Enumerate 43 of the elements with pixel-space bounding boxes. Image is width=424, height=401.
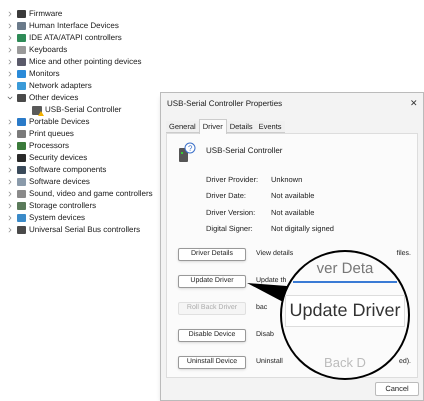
expand-chevron-icon[interactable] <box>6 142 14 150</box>
expand-chevron-icon[interactable] <box>6 166 14 174</box>
tree-item[interactable]: Software devices <box>29 176 90 188</box>
expand-chevron-icon[interactable] <box>6 58 14 66</box>
tree-item[interactable]: Universal Serial Bus controllers <box>29 224 140 236</box>
tree-item[interactable]: USB-Serial Controller <box>45 104 122 116</box>
magnified-text: ver Deta <box>316 259 374 279</box>
expand-chevron-icon[interactable] <box>6 226 14 234</box>
magnified-text: Back D <box>324 354 366 372</box>
tree-item[interactable]: Portable Devices <box>29 116 90 128</box>
expand-chevron-icon[interactable] <box>6 190 14 198</box>
tree-item[interactable]: Monitors <box>29 68 60 80</box>
tree-item[interactable]: System devices <box>29 212 86 224</box>
expand-chevron-icon[interactable] <box>6 10 14 18</box>
expand-chevron-icon[interactable] <box>6 70 14 78</box>
expand-chevron-icon[interactable] <box>6 202 14 210</box>
tree-item[interactable]: Network adapters <box>29 80 92 92</box>
tree-item[interactable]: Mice and other pointing devices <box>29 56 142 68</box>
expand-chevron-icon[interactable] <box>6 154 14 162</box>
close-button[interactable]: ✕ <box>410 97 418 111</box>
tree-item[interactable]: Sound, video and game controllers <box>29 188 153 200</box>
device-name: USB-Serial Controller <box>206 145 282 157</box>
tree-item[interactable]: Processors <box>29 140 70 152</box>
tree-item[interactable]: IDE ATA/ATAPI controllers <box>29 32 122 44</box>
tree-item[interactable]: Print queues <box>29 128 74 140</box>
tree-item[interactable]: Keyboards <box>29 44 68 56</box>
tree-item[interactable]: Other devices <box>29 92 78 104</box>
tree-item[interactable]: Human Interface Devices <box>29 20 119 32</box>
expand-chevron-icon[interactable] <box>6 22 14 30</box>
dialog-title: USB-Serial Controller Properties <box>167 98 282 110</box>
expand-chevron-icon[interactable] <box>6 34 14 42</box>
expand-chevron-icon[interactable] <box>6 130 14 138</box>
tree-item[interactable]: Storage controllers <box>29 200 96 212</box>
tree-item[interactable]: Software components <box>29 164 106 176</box>
tree-item[interactable]: Security devices <box>29 152 88 164</box>
expand-chevron-icon[interactable] <box>6 82 14 90</box>
tree-item[interactable]: Firmware <box>29 8 62 20</box>
expand-chevron-icon[interactable] <box>6 214 14 222</box>
collapse-chevron-icon[interactable] <box>6 94 14 102</box>
magnified-update-driver-button[interactable]: Update Driver <box>285 294 405 326</box>
expand-chevron-icon[interactable] <box>6 118 14 126</box>
expand-chevron-icon[interactable] <box>6 46 14 54</box>
expand-chevron-icon[interactable] <box>6 178 14 186</box>
